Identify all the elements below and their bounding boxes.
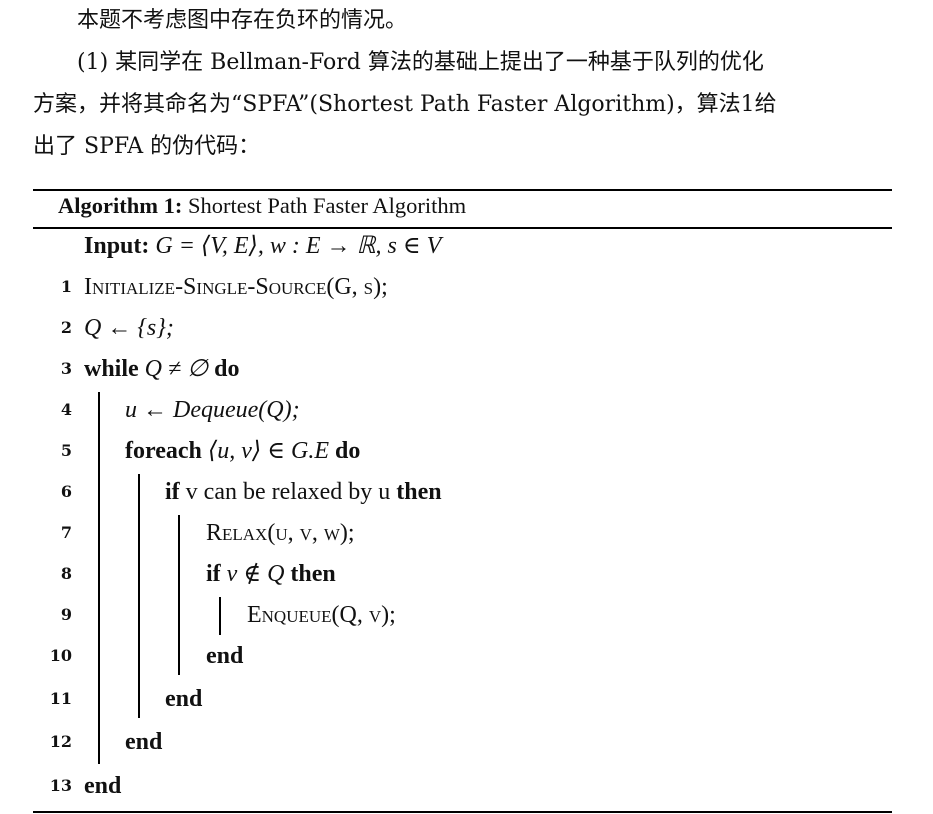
code-line-8: 8 if v ∉ Q then (0, 554, 933, 594)
code-line-9: 9 Enqueue(Q, v); (0, 595, 933, 635)
code-text: Q ← {s}; (84, 315, 174, 341)
algorithm-label: Algorithm 1: (58, 193, 183, 218)
keyword-do: do (214, 356, 240, 382)
code-line-12: 12 end (0, 722, 933, 762)
keyword-if: if (165, 479, 180, 505)
intro-line-2: (1) 某同学在 Bellman-Ford 算法的基础上提出了一种基于队列的优化 (77, 50, 764, 75)
line-number: 4 (60, 400, 72, 419)
algorithm-title: Shortest Path Faster Algorithm (187, 193, 467, 218)
line-number: 11 (49, 689, 72, 708)
code-text: u ← Dequeue(Q); (125, 397, 300, 423)
code-text: Q ≠ ∅ (138, 356, 215, 382)
code-text: v can be relaxed by u (179, 479, 397, 505)
keyword-end: end (84, 773, 122, 799)
intro-line-1: 本题不考虑图中存在负环的情况。 (77, 8, 408, 33)
line-number: 13 (49, 776, 72, 795)
line-number: 7 (60, 523, 72, 542)
line-number: 8 (60, 564, 72, 583)
keyword-do: do (335, 438, 361, 464)
code-line-11: 11 end (0, 679, 933, 719)
code-text: Initialize-Single-Source(G, s); (84, 274, 388, 300)
code-line-6: 6 if v can be relaxed by u then (0, 472, 933, 512)
code-text: Relax(u, v, w); (206, 520, 355, 546)
foreach-block-bar (138, 474, 140, 718)
line-number: 6 (60, 482, 72, 501)
keyword-foreach: foreach (125, 438, 202, 464)
keyword-if: if (206, 561, 221, 587)
code-line-2: 2 Q ← {s}; (0, 308, 933, 348)
line-number: 10 (49, 646, 72, 665)
input-label: Input: (84, 233, 150, 259)
keyword-while: while (84, 356, 139, 382)
code-line-3: 3 while Q ≠ ∅ do (0, 349, 933, 389)
code-line-10: 10 end (0, 636, 933, 676)
line-number: 1 (60, 277, 72, 296)
if-block-bar (178, 515, 180, 675)
line-number: 5 (60, 441, 72, 460)
intro-line-3: 方案，并将其命名为“SPFA”(Shortest Path Faster Alg… (33, 92, 777, 117)
keyword-then: then (396, 479, 442, 505)
algorithm-caption: Algorithm 1: Shortest Path Faster Algori… (58, 193, 466, 219)
while-block-bar (98, 392, 100, 764)
intro-paragraph: 本题不考虑图中存在负环的情况。 (1) 某同学在 Bellman-Ford 算法… (33, 0, 893, 168)
algorithm-bottom-rule (33, 811, 892, 813)
line-number: 12 (49, 732, 72, 751)
keyword-end: end (206, 643, 244, 669)
code-text: Enqueue(Q, v); (247, 602, 396, 628)
code-text: v ∉ Q (220, 561, 291, 587)
keyword-then: then (290, 561, 336, 587)
inner-if-block-bar (219, 597, 221, 635)
code-line-5: 5 foreach ⟨u, v⟩ ∈ G.E do (0, 431, 933, 471)
intro-line-4: 出了 SPFA 的伪代码： (33, 134, 261, 159)
code-text: ⟨u, v⟩ ∈ G.E (201, 438, 336, 464)
algorithm-top-rule (33, 189, 892, 191)
keyword-end: end (125, 729, 163, 755)
keyword-end: end (165, 686, 203, 712)
line-number: 9 (60, 605, 72, 624)
code-line-13: 13 end (0, 766, 933, 806)
line-number: 3 (60, 359, 72, 378)
input-value: G = ⟨V, E⟩, w : E → ℝ, s ∈ V (155, 233, 442, 259)
algorithm-input: Input: G = ⟨V, E⟩, w : E → ℝ, s ∈ V (0, 226, 933, 266)
line-number: 2 (60, 318, 72, 337)
code-line-1: 1 Initialize-Single-Source(G, s); (0, 267, 933, 307)
code-line-4: 4 u ← Dequeue(Q); (0, 390, 933, 430)
code-line-7: 7 Relax(u, v, w); (0, 513, 933, 553)
